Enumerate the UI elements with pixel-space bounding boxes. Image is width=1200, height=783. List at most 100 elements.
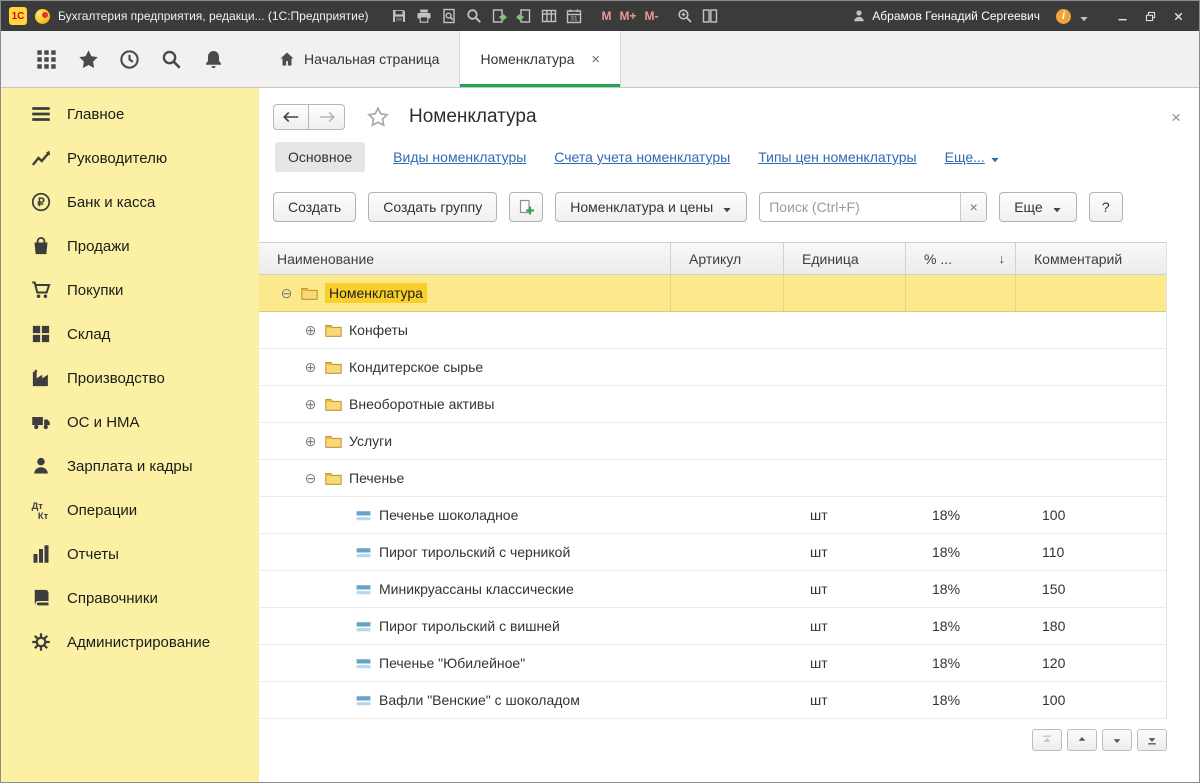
sidebar-item-reports[interactable]: Отчеты [1, 532, 259, 576]
sidebar-item-salary-hr[interactable]: Зарплата и кадры [1, 444, 259, 488]
copy-to-clipboard-icon[interactable] [516, 8, 532, 24]
chevron-down-icon[interactable] [1079, 11, 1089, 21]
search-clear-icon[interactable]: × [960, 193, 986, 221]
cell-name: ⊕Услуги [259, 423, 671, 459]
sidebar-item-administration[interactable]: Администрирование [1, 620, 259, 664]
collapse-icon[interactable]: ⊖ [303, 471, 318, 485]
column-header-name[interactable]: Наименование [259, 243, 671, 274]
row-name: Кондитерское сырье [349, 359, 483, 375]
table-row[interactable]: ⊖Номенклатура [259, 275, 1166, 312]
show-table-icon[interactable] [541, 8, 557, 24]
expand-icon[interactable]: ⊕ [303, 323, 318, 337]
table-row[interactable]: Пирог тирольский с черникойшт18%110 [259, 534, 1166, 571]
nav-link-main[interactable]: Основное [275, 142, 365, 172]
expand-icon[interactable]: ⊕ [303, 360, 318, 374]
cell-unit: шт [784, 497, 906, 533]
column-label: Наименование [277, 251, 374, 267]
cell-vat: 18% [906, 608, 1016, 644]
cell-unit: шт [784, 645, 906, 681]
tab-nomenklatura[interactable]: Номенклатура × [459, 31, 621, 87]
cell-comment [1016, 349, 1166, 385]
table-row[interactable]: Вафли "Венские" с шоколадомшт18%100 [259, 682, 1166, 719]
cell-name: Печенье "Юбилейное" [259, 645, 671, 681]
nav-link-nomenclature-accounts[interactable]: Счета учета номенклатуры [554, 149, 730, 165]
column-header-article[interactable]: Артикул [671, 243, 784, 274]
history-forward-button[interactable] [309, 104, 345, 130]
create-group-button[interactable]: Создать группу [368, 192, 497, 222]
more-button[interactable]: Еще [999, 192, 1077, 222]
main-menu-button[interactable] [36, 49, 57, 70]
memory-button[interactable]: М [602, 9, 612, 23]
collapse-icon[interactable]: ⊖ [279, 286, 294, 300]
search-input[interactable] [760, 199, 960, 215]
memory-button[interactable]: М+ [620, 9, 637, 23]
paste-from-clipboard-icon[interactable] [491, 8, 507, 24]
sidebar-item-fixed-assets[interactable]: ОС и НМА [1, 400, 259, 444]
sidebar-item-warehouse[interactable]: Склад [1, 312, 259, 356]
history-button[interactable] [119, 49, 140, 70]
table-body: ⊖Номенклатура⊕Конфеты⊕Кондитерское сырье… [259, 275, 1166, 719]
create-copy-button[interactable] [509, 192, 543, 222]
row-name: Пирог тирольский с вишней [379, 618, 560, 634]
table-row[interactable]: ⊕Конфеты [259, 312, 1166, 349]
item-icon [355, 545, 372, 560]
zoom-icon[interactable] [677, 8, 693, 24]
split-view-icon[interactable] [702, 8, 718, 24]
nav-link-nomenclature-kinds[interactable]: Виды номенклатуры [393, 149, 526, 165]
memory-button[interactable]: М- [645, 9, 659, 23]
list-go-bottom-button[interactable] [1137, 729, 1167, 751]
table-row[interactable]: ⊕ Внеоборотные активы [259, 386, 1166, 423]
expand-icon[interactable]: ⊕ [303, 434, 318, 448]
create-button[interactable]: Создать [273, 192, 356, 222]
sidebar-item-production[interactable]: Производство [1, 356, 259, 400]
table-row[interactable]: Печенье шоколадноешт18%100 [259, 497, 1166, 534]
print-icon[interactable] [416, 8, 432, 24]
row-name: Внеоборотные активы [349, 396, 494, 412]
sidebar-item-bank-cash[interactable]: ₽Банк и касса [1, 180, 259, 224]
calendar-icon[interactable]: 31 [566, 8, 582, 24]
find-icon[interactable] [466, 8, 482, 24]
table-row[interactable]: Миникруассаны классическиешт18%150 [259, 571, 1166, 608]
list-go-top-button[interactable] [1032, 729, 1062, 751]
print-preview-icon[interactable] [441, 8, 457, 24]
favorite-star-icon[interactable] [367, 106, 389, 128]
sidebar-item-operations[interactable]: ДтКтОперации [1, 488, 259, 532]
sidebar-item-purchases[interactable]: Покупки [1, 268, 259, 312]
restore-button[interactable] [1137, 5, 1163, 27]
info-icon[interactable]: i [1056, 9, 1071, 24]
help-button[interactable]: ? [1089, 192, 1123, 222]
cell-comment [1016, 386, 1166, 422]
tab-home[interactable]: Начальная страница [259, 31, 459, 87]
list-page-down-button[interactable] [1102, 729, 1132, 751]
favorites-button[interactable] [78, 49, 99, 70]
cell-comment: 180 [1016, 608, 1166, 644]
notifications-button[interactable] [203, 49, 224, 70]
sidebar-item-manager[interactable]: Руководителю [1, 136, 259, 180]
global-search-button[interactable] [161, 49, 182, 70]
current-user-button[interactable]: Абрамов Геннадий Сергеевич [852, 9, 1040, 23]
table-row[interactable]: ⊕Услуги [259, 423, 1166, 460]
list-page-up-button[interactable] [1067, 729, 1097, 751]
minimize-button[interactable] [1109, 5, 1135, 27]
sidebar-item-catalogs[interactable]: Справочники [1, 576, 259, 620]
column-header-vat[interactable]: % ...↓ [906, 243, 1016, 274]
sidebar-item-main[interactable]: Главное [1, 92, 259, 136]
column-header-comment[interactable]: Комментарий [1016, 243, 1166, 274]
table-row[interactable]: Пирог тирольский с вишнейшт18%180 [259, 608, 1166, 645]
tab-close-icon[interactable]: × [591, 51, 600, 68]
row-name: Печенье [349, 470, 404, 486]
table-row[interactable]: ⊕ Кондитерское сырье [259, 349, 1166, 386]
nav-link-price-types[interactable]: Типы цен номенклатуры [758, 149, 916, 165]
expand-icon[interactable]: ⊕ [303, 397, 318, 411]
close-button[interactable] [1165, 5, 1191, 27]
nomenclature-prices-dropdown[interactable]: Номенклатура и цены [555, 192, 747, 222]
nav-link-more[interactable]: Еще... [945, 149, 1000, 165]
column-header-unit[interactable]: Единица [784, 243, 906, 274]
sidebar-item-sales[interactable]: Продажи [1, 224, 259, 268]
table-row[interactable]: Печенье "Юбилейное"шт18%120 [259, 645, 1166, 682]
history-back-button[interactable] [273, 104, 309, 130]
page-title: Номенклатура [409, 106, 537, 128]
page-close-icon[interactable]: × [1171, 109, 1181, 126]
save-icon[interactable] [391, 8, 407, 24]
table-row[interactable]: ⊖ Печенье [259, 460, 1166, 497]
